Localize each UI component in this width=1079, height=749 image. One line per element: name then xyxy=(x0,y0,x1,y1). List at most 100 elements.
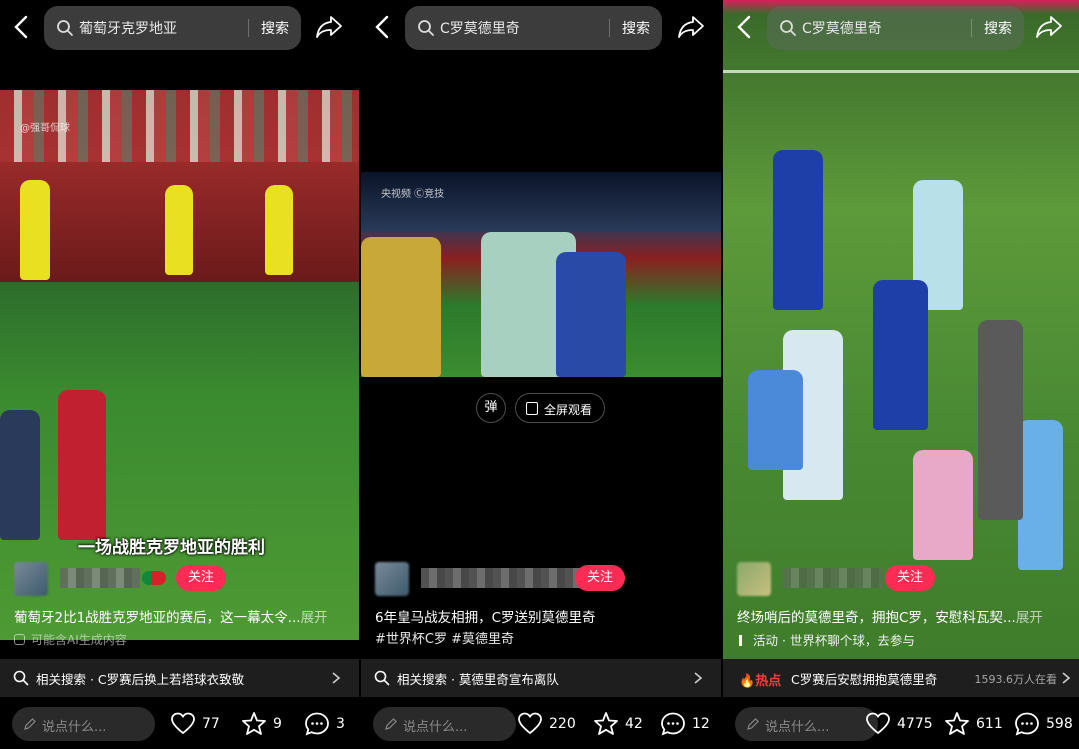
video-description[interactable]: 葡萄牙2比1战胜克罗地亚的赛后，这一幕太令...展开 xyxy=(14,606,345,626)
pen-icon xyxy=(24,718,36,730)
star-icon xyxy=(945,712,969,735)
heart-icon xyxy=(866,712,890,735)
related-search-bar[interactable]: 相关搜索 · C罗赛后换上若塔球衣致敬 xyxy=(0,659,359,697)
hot-tag: 热点 xyxy=(755,674,782,689)
avatar[interactable] xyxy=(737,562,771,596)
video-panel-3[interactable]: C罗莫德里奇 搜索 关注 终场哨后的莫德里奇，拥抱C罗，安慰科瓦契...展开 活… xyxy=(723,0,1079,749)
follow-button[interactable]: 关注 xyxy=(176,565,226,591)
hot-topic-label: C罗赛后安慰拥抱莫德里奇 xyxy=(791,672,938,687)
share-icon[interactable] xyxy=(1035,14,1063,40)
search-bar[interactable]: C罗莫德里奇 搜索 xyxy=(767,6,1024,50)
chevron-right-icon xyxy=(1062,672,1071,684)
watermark: 央视频 Ⓒ竞技 xyxy=(381,189,445,200)
chevron-right-icon xyxy=(694,672,703,684)
pen-icon xyxy=(385,718,397,730)
heart-icon xyxy=(518,712,542,735)
activity-link[interactable]: 活动 · 世界杯聊个球，去参与 xyxy=(739,630,915,649)
activity-icon xyxy=(739,635,747,646)
comment-icon xyxy=(661,712,685,736)
chevron-right-icon xyxy=(332,672,341,684)
search-button[interactable]: 搜索 xyxy=(984,18,1012,38)
username-blurred xyxy=(60,568,140,588)
like-count: 220 xyxy=(549,716,576,732)
favorite-count: 9 xyxy=(273,716,282,732)
search-bar[interactable]: C罗莫德里奇 搜索 xyxy=(405,6,662,50)
avatar[interactable] xyxy=(375,562,409,596)
player-figure xyxy=(556,252,626,377)
staff-figure xyxy=(748,370,803,470)
related-search-label: 相关搜索 · C罗赛后换上若塔球衣致敬 xyxy=(36,672,245,687)
search-button[interactable]: 搜索 xyxy=(261,18,289,38)
username-blurred xyxy=(421,568,591,588)
bottom-bar: 说点什么... 77 9 3 xyxy=(0,697,359,749)
fire-icon: 🔥热点 xyxy=(739,674,782,689)
video-panel-1[interactable]: @强哥侃球 一场战胜克罗地亚的胜利 葡萄牙克罗地亚 搜索 关注 葡萄牙2比1战胜… xyxy=(0,0,359,749)
search-icon xyxy=(418,20,434,36)
video-frame[interactable] xyxy=(723,0,1079,700)
share-icon[interactable] xyxy=(677,14,705,40)
follow-button[interactable]: 关注 xyxy=(885,565,935,591)
search-bar[interactable]: 葡萄牙克罗地亚 搜索 xyxy=(44,6,301,50)
heart-icon xyxy=(171,712,195,735)
username-blurred xyxy=(783,568,883,588)
comment-placeholder: 说点什么... xyxy=(403,720,468,735)
activity-text: 活动 · 世界杯聊个球，去参与 xyxy=(753,633,915,648)
search-query: C罗莫德里奇 xyxy=(802,21,882,37)
divider xyxy=(971,19,972,37)
comment-count: 12 xyxy=(692,716,710,732)
ai-content-note: 可能含AI生成内容 xyxy=(14,631,127,648)
player-figure xyxy=(873,280,928,430)
search-icon xyxy=(374,670,390,686)
pen-icon xyxy=(747,718,759,730)
author-row: 关注 xyxy=(737,562,1079,596)
video-panel-2[interactable]: 央视频 Ⓒ竞技 弹 全屏观看 C罗莫德里奇 搜索 关注 6年皇马战友相拥，C罗送… xyxy=(361,0,721,749)
description-text: 葡萄牙2比1战胜克罗地亚的赛后，这一幕太令... xyxy=(14,610,301,626)
fullscreen-button[interactable]: 全屏观看 xyxy=(515,393,605,423)
star-icon xyxy=(594,712,618,735)
watermark: @强哥侃球 xyxy=(20,123,70,134)
video-description[interactable]: 6年皇马战友相拥，C罗送别莫德里奇 xyxy=(375,606,707,626)
steward-figure xyxy=(265,185,293,275)
bottom-bar: 说点什么... 220 42 12 xyxy=(361,697,721,749)
danmaku-toggle[interactable]: 弹 xyxy=(476,393,506,423)
search-icon xyxy=(13,670,29,686)
expand-link[interactable]: 展开 xyxy=(1016,610,1043,626)
top-bar: 葡萄牙克罗地亚 搜索 xyxy=(0,5,359,50)
player-figure xyxy=(361,237,441,377)
back-arrow-icon[interactable] xyxy=(10,13,34,41)
ai-icon xyxy=(14,634,25,645)
avatar[interactable] xyxy=(14,562,48,596)
divider xyxy=(248,19,249,37)
top-bar: C罗莫德里奇 搜索 xyxy=(723,5,1079,50)
steward-figure xyxy=(165,185,193,275)
video-description[interactable]: 终场哨后的莫德里奇，拥抱C罗，安慰科瓦契...展开 xyxy=(737,606,1065,626)
related-search-label: 相关搜索 · 莫德里奇宣布离队 xyxy=(397,672,559,687)
favorite-count: 611 xyxy=(976,716,1003,732)
related-search-bar[interactable]: 相关搜索 · 莫德里奇宣布离队 xyxy=(361,659,721,697)
expand-link[interactable]: 展开 xyxy=(301,610,328,626)
comment-input[interactable]: 说点什么... xyxy=(373,707,516,741)
search-icon xyxy=(780,20,796,36)
player-figure xyxy=(58,390,106,540)
back-arrow-icon[interactable] xyxy=(371,13,395,41)
share-icon[interactable] xyxy=(315,14,343,40)
comment-input[interactable]: 说点什么... xyxy=(12,707,155,741)
ai-note-text: 可能含AI生成内容 xyxy=(31,633,127,647)
comment-icon xyxy=(305,712,329,736)
flag-badge xyxy=(142,571,166,585)
player-figure xyxy=(1018,420,1063,570)
video-frame[interactable] xyxy=(361,172,721,377)
search-button[interactable]: 搜索 xyxy=(622,18,650,38)
follow-button[interactable]: 关注 xyxy=(575,565,625,591)
staff-figure xyxy=(913,450,973,560)
comment-count: 3 xyxy=(336,716,345,732)
cameraman-figure xyxy=(0,410,40,540)
comment-placeholder: 说点什么... xyxy=(765,720,830,735)
back-arrow-icon[interactable] xyxy=(733,13,757,41)
fullscreen-icon xyxy=(526,402,538,415)
hashtags[interactable]: #世界杯C罗 #莫德里奇 xyxy=(375,628,514,647)
hot-topic-bar[interactable]: 🔥热点 C罗赛后安慰拥抱莫德里奇 1593.6万人在看 xyxy=(723,659,1079,697)
favorite-count: 42 xyxy=(625,716,643,732)
comment-input[interactable]: 说点什么... xyxy=(735,707,878,741)
player-figure xyxy=(773,150,823,310)
